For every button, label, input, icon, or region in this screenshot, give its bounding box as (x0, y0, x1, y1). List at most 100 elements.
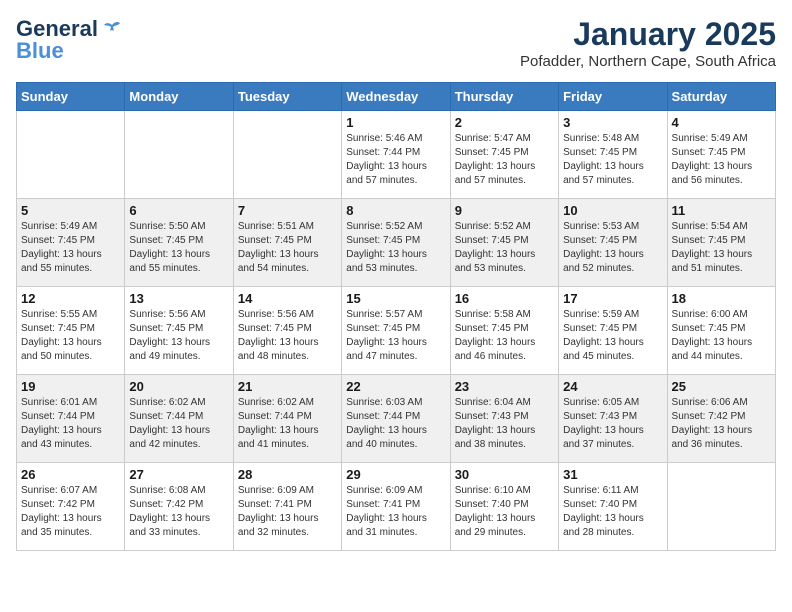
day-info: Sunrise: 5:51 AMSunset: 7:45 PMDaylight:… (238, 220, 337, 276)
calendar-cell: 17 Sunrise: 5:59 AMSunset: 7:45 PMDayligh… (559, 287, 667, 375)
day-info: Sunrise: 6:09 AMSunset: 7:41 PMDaylight:… (238, 484, 337, 540)
title-block: January 2025 Pofadder, Northern Cape, So… (520, 16, 776, 70)
calendar-cell: 11 Sunrise: 5:54 AMSunset: 7:45 PMDayligh… (667, 199, 775, 287)
day-number: 17 (563, 291, 662, 306)
day-number: 22 (346, 379, 445, 394)
day-number: 29 (346, 467, 445, 482)
calendar-cell (125, 111, 233, 199)
calendar-cell: 31 Sunrise: 6:11 AMSunset: 7:40 PMDayligh… (559, 463, 667, 551)
calendar-cell: 5 Sunrise: 5:49 AMSunset: 7:45 PMDaylight… (17, 199, 125, 287)
day-number: 6 (129, 203, 228, 218)
day-number: 4 (672, 115, 771, 130)
month-title: January 2025 (520, 16, 776, 53)
day-info: Sunrise: 6:02 AMSunset: 7:44 PMDaylight:… (129, 396, 228, 452)
calendar-week-5: 26Sunrise: 6:07 AMSunset: 7:42 PMDayligh… (17, 463, 776, 551)
weekday-header-row: SundayMondayTuesdayWednesdayThursdayFrid… (17, 83, 776, 111)
weekday-header-monday: Monday (125, 83, 233, 111)
day-info: Sunrise: 5:49 AMSunset: 7:45 PMDaylight:… (21, 220, 120, 276)
calendar-cell: 26Sunrise: 6:07 AMSunset: 7:42 PMDayligh… (17, 463, 125, 551)
day-number: 25 (672, 379, 771, 394)
calendar-cell (17, 111, 125, 199)
weekday-header-sunday: Sunday (17, 83, 125, 111)
day-number: 12 (21, 291, 120, 306)
day-info: Sunrise: 5:46 AMSunset: 7:44 PMDaylight:… (346, 132, 445, 188)
day-info: Sunrise: 5:54 AMSunset: 7:45 PMDaylight:… (672, 220, 771, 276)
calendar-cell: 12 Sunrise: 5:55 AMSunset: 7:45 PMDayligh… (17, 287, 125, 375)
calendar-week-4: 19Sunrise: 6:01 AMSunset: 7:44 PMDayligh… (17, 375, 776, 463)
calendar-week-3: 12 Sunrise: 5:55 AMSunset: 7:45 PMDayligh… (17, 287, 776, 375)
calendar-cell: 3 Sunrise: 5:48 AMSunset: 7:45 PMDaylight… (559, 111, 667, 199)
day-number: 16 (455, 291, 554, 306)
calendar-cell: 21 Sunrise: 6:02 AMSunset: 7:44 PMDayligh… (233, 375, 341, 463)
logo: General Blue (16, 16, 124, 64)
logo-bird-icon (100, 17, 124, 41)
calendar-cell: 8Sunrise: 5:52 AMSunset: 7:45 PMDaylight… (342, 199, 450, 287)
day-number: 3 (563, 115, 662, 130)
day-number: 24 (563, 379, 662, 394)
day-number: 26 (21, 467, 120, 482)
day-number: 1 (346, 115, 445, 130)
day-info: Sunrise: 6:10 AMSunset: 7:40 PMDaylight:… (455, 484, 554, 540)
calendar-cell: 10Sunrise: 5:53 AMSunset: 7:45 PMDayligh… (559, 199, 667, 287)
day-info: Sunrise: 6:03 AMSunset: 7:44 PMDaylight:… (346, 396, 445, 452)
day-number: 23 (455, 379, 554, 394)
calendar-cell: 6Sunrise: 5:50 AMSunset: 7:45 PMDaylight… (125, 199, 233, 287)
calendar-cell: 20 Sunrise: 6:02 AMSunset: 7:44 PMDayligh… (125, 375, 233, 463)
day-number: 18 (672, 291, 771, 306)
day-info: Sunrise: 6:11 AMSunset: 7:40 PMDaylight:… (563, 484, 662, 540)
day-number: 20 (129, 379, 228, 394)
day-number: 19 (21, 379, 120, 394)
day-info: Sunrise: 5:57 AMSunset: 7:45 PMDaylight:… (346, 308, 445, 364)
day-info: Sunrise: 6:08 AMSunset: 7:42 PMDaylight:… (129, 484, 228, 540)
day-info: Sunrise: 5:58 AMSunset: 7:45 PMDaylight:… (455, 308, 554, 364)
day-info: Sunrise: 6:05 AMSunset: 7:43 PMDaylight:… (563, 396, 662, 452)
day-info: Sunrise: 6:06 AMSunset: 7:42 PMDaylight:… (672, 396, 771, 452)
day-number: 27 (129, 467, 228, 482)
calendar-cell: 1 Sunrise: 5:46 AMSunset: 7:44 PMDaylight… (342, 111, 450, 199)
calendar-cell: 7 Sunrise: 5:51 AMSunset: 7:45 PMDaylight… (233, 199, 341, 287)
day-info: Sunrise: 5:56 AMSunset: 7:45 PMDaylight:… (238, 308, 337, 364)
calendar-cell: 15Sunrise: 5:57 AMSunset: 7:45 PMDayligh… (342, 287, 450, 375)
day-number: 31 (563, 467, 662, 482)
calendar-cell (667, 463, 775, 551)
day-number: 14 (238, 291, 337, 306)
day-info: Sunrise: 5:47 AMSunset: 7:45 PMDaylight:… (455, 132, 554, 188)
day-info: Sunrise: 5:49 AMSunset: 7:45 PMDaylight:… (672, 132, 771, 188)
day-number: 5 (21, 203, 120, 218)
day-info: Sunrise: 5:59 AMSunset: 7:45 PMDaylight:… (563, 308, 662, 364)
day-number: 2 (455, 115, 554, 130)
day-number: 9 (455, 203, 554, 218)
day-info: Sunrise: 6:02 AMSunset: 7:44 PMDaylight:… (238, 396, 337, 452)
day-info: Sunrise: 5:55 AMSunset: 7:45 PMDaylight:… (21, 308, 120, 364)
calendar-cell: 28 Sunrise: 6:09 AMSunset: 7:41 PMDayligh… (233, 463, 341, 551)
calendar-cell: 29Sunrise: 6:09 AMSunset: 7:41 PMDayligh… (342, 463, 450, 551)
calendar-cell: 24 Sunrise: 6:05 AMSunset: 7:43 PMDayligh… (559, 375, 667, 463)
day-info: Sunrise: 5:48 AMSunset: 7:45 PMDaylight:… (563, 132, 662, 188)
calendar-cell: 16 Sunrise: 5:58 AMSunset: 7:45 PMDayligh… (450, 287, 558, 375)
day-number: 7 (238, 203, 337, 218)
weekday-header-thursday: Thursday (450, 83, 558, 111)
day-number: 8 (346, 203, 445, 218)
calendar-week-1: 1 Sunrise: 5:46 AMSunset: 7:44 PMDaylight… (17, 111, 776, 199)
calendar-cell: 23Sunrise: 6:04 AMSunset: 7:43 PMDayligh… (450, 375, 558, 463)
day-info: Sunrise: 5:56 AMSunset: 7:45 PMDaylight:… (129, 308, 228, 364)
calendar-cell: 27 Sunrise: 6:08 AMSunset: 7:42 PMDayligh… (125, 463, 233, 551)
calendar-cell: 2 Sunrise: 5:47 AMSunset: 7:45 PMDaylight… (450, 111, 558, 199)
calendar-cell: 9Sunrise: 5:52 AMSunset: 7:45 PMDaylight… (450, 199, 558, 287)
day-info: Sunrise: 6:00 AMSunset: 7:45 PMDaylight:… (672, 308, 771, 364)
calendar-cell: 4 Sunrise: 5:49 AMSunset: 7:45 PMDaylight… (667, 111, 775, 199)
page-header: General Blue January 2025 Pofadder, Nort… (16, 16, 776, 70)
day-number: 30 (455, 467, 554, 482)
day-number: 13 (129, 291, 228, 306)
weekday-header-friday: Friday (559, 83, 667, 111)
weekday-header-saturday: Saturday (667, 83, 775, 111)
calendar-cell: 30 Sunrise: 6:10 AMSunset: 7:40 PMDayligh… (450, 463, 558, 551)
calendar-cell (233, 111, 341, 199)
day-number: 11 (672, 203, 771, 218)
day-number: 21 (238, 379, 337, 394)
calendar-cell: 18 Sunrise: 6:00 AMSunset: 7:45 PMDayligh… (667, 287, 775, 375)
calendar-cell: 25 Sunrise: 6:06 AMSunset: 7:42 PMDayligh… (667, 375, 775, 463)
calendar-week-2: 5 Sunrise: 5:49 AMSunset: 7:45 PMDaylight… (17, 199, 776, 287)
day-number: 28 (238, 467, 337, 482)
calendar-table: SundayMondayTuesdayWednesdayThursdayFrid… (16, 82, 776, 551)
